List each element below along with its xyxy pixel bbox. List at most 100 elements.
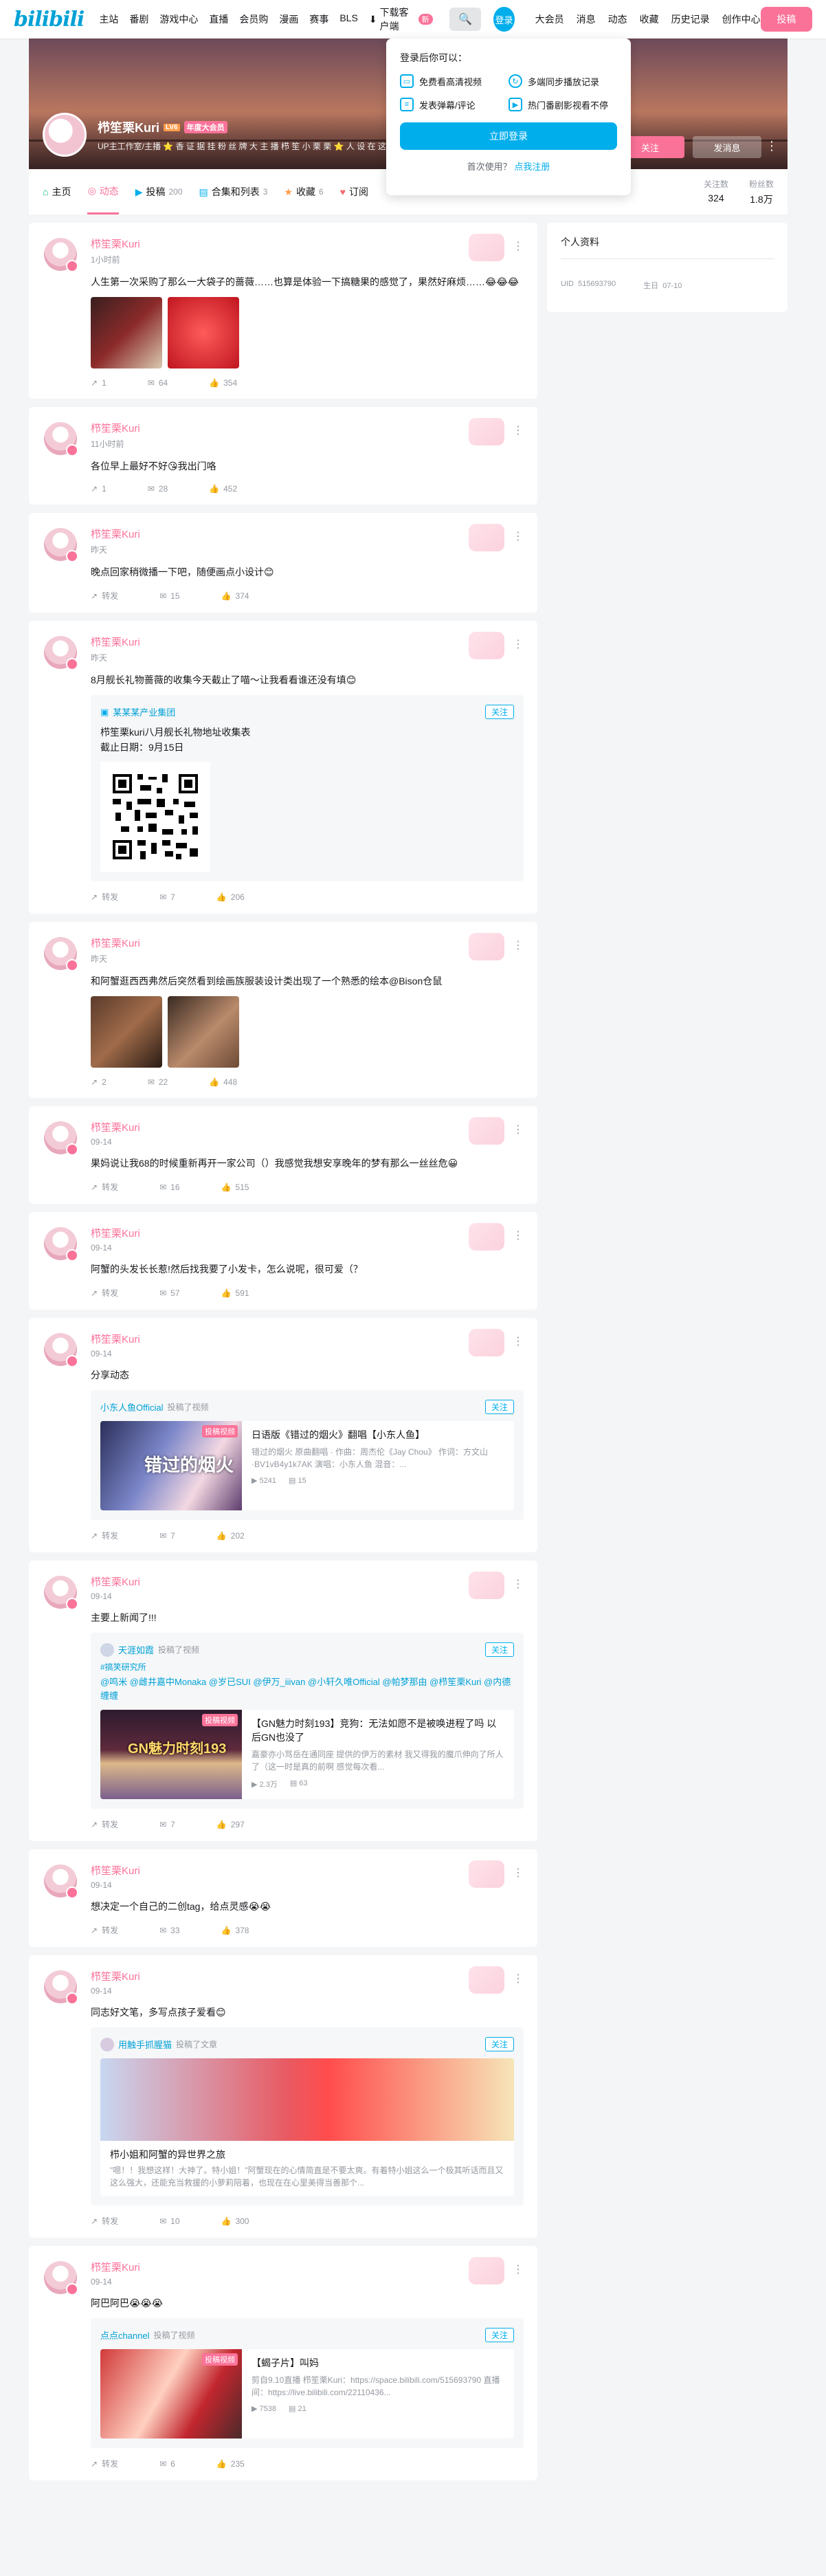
nav-live[interactable]: 直播 xyxy=(209,12,228,26)
article-title[interactable]: 栉小姐和阿蟹的异世界之旅 xyxy=(100,2141,514,2164)
shared-video-card[interactable]: 点点channel 投稿了视频 关注 投稿视频 【蝎子片】叫妈 剪自9.10直播… xyxy=(91,2318,524,2448)
nav-anime[interactable]: 番剧 xyxy=(129,12,148,26)
nav-favorites[interactable]: 收藏 xyxy=(640,12,659,26)
vip-badge[interactable]: 年度大会员 xyxy=(183,121,227,133)
avatar[interactable] xyxy=(44,636,78,670)
post-image[interactable] xyxy=(91,297,162,368)
post-image[interactable] xyxy=(91,996,162,1068)
comment-button[interactable]: ✉ 16 xyxy=(159,1181,179,1193)
tab-subscriptions[interactable]: ♥ 订阅 xyxy=(340,185,368,199)
avatar[interactable] xyxy=(44,1121,78,1156)
more-options-icon[interactable]: ⋮ xyxy=(766,139,778,153)
article-card[interactable]: 栉小姐和阿蟹的异世界之旅 "嗯！！我想这样！大神了。特小姐！"阿蟹现在的心情简直… xyxy=(100,2058,514,2196)
more-icon[interactable]: ⋮ xyxy=(513,1229,524,1242)
comment-button[interactable]: ✉ 15 xyxy=(159,590,179,602)
bilibili-logo[interactable]: bilibili xyxy=(14,8,85,32)
author-name[interactable]: 栉笙栗Kuri xyxy=(91,1863,524,1878)
message-button[interactable]: 发消息 xyxy=(693,136,761,158)
shared-author[interactable]: 天涯如霞 xyxy=(118,1643,154,1656)
more-icon[interactable]: ⋮ xyxy=(513,239,524,253)
nav-bls[interactable]: BLS xyxy=(339,12,357,26)
like-button[interactable]: 👍 515 xyxy=(221,1181,249,1193)
author-name[interactable]: 栉笙栗Kuri xyxy=(91,421,524,435)
shared-follow-button[interactable]: 关注 xyxy=(484,2037,514,2051)
share-button[interactable]: ↗ 转发 xyxy=(91,1924,118,1936)
avatar[interactable] xyxy=(44,1576,78,1610)
comment-button[interactable]: ✉ 28 xyxy=(148,484,168,494)
video-card[interactable]: 投稿视频 GN魅力时刻193 【GN魅力时刻193】竞狗：无法如愿不是被唤进程了… xyxy=(100,1710,514,1799)
shared-author[interactable]: 用触手抓腥猫 xyxy=(118,2038,172,2051)
shared-video-card[interactable]: 天涯如霞 投稿了视频 关注 #搞笑研究所 @鸣米 @雌井嘉中Monaka @岁已… xyxy=(91,1633,524,1809)
stat-following[interactable]: 关注数 324 xyxy=(704,178,728,206)
avatar[interactable] xyxy=(44,937,78,971)
author-name[interactable]: 栉笙栗Kuri xyxy=(91,936,524,950)
stat-followers[interactable]: 粉丝数 1.8万 xyxy=(749,178,774,206)
profile-avatar[interactable] xyxy=(43,113,87,157)
shared-follow-button[interactable]: 关注 xyxy=(484,1642,514,1657)
shared-article-card[interactable]: 用触手抓腥猫 投稿了文章 关注 栉小姐和阿蟹的异世界之旅 "嗯！！我想这样！大神… xyxy=(91,2027,524,2205)
more-icon[interactable]: ⋮ xyxy=(513,1577,524,1591)
nav-mall[interactable]: 会员购 xyxy=(239,12,268,26)
like-button[interactable]: 👍 354 xyxy=(209,378,237,388)
tab-videos[interactable]: ▶ 投稿 200 xyxy=(135,185,183,199)
nav-dynamic[interactable]: 动态 xyxy=(608,12,627,26)
share-button[interactable]: ↗ 转发 xyxy=(91,2215,118,2227)
shared-author[interactable]: 点点channel xyxy=(100,2329,150,2342)
author-name[interactable]: 栉笙栗Kuri xyxy=(91,527,524,541)
avatar[interactable] xyxy=(44,238,78,272)
more-icon[interactable]: ⋮ xyxy=(513,1334,524,1348)
tab-favorites[interactable]: ★ 收藏 6 xyxy=(284,185,323,199)
comment-button[interactable]: ✉ 7 xyxy=(159,1818,175,1830)
shared-form-card[interactable]: ▣ 某某某产业集团 关注 栉笙栗kuri八月舰长礼物地址收集表 截止日期：9月1… xyxy=(91,695,524,881)
share-button[interactable]: ↗ 转发 xyxy=(91,1287,118,1299)
video-title[interactable]: 【GN魅力时刻193】竞狗：无法如愿不是被唤进程了吗 以后GN也没了 xyxy=(252,1717,504,1744)
shared-video-card[interactable]: 小东人鱼Official 投稿了视频 关注 投稿视频 错过的烟火 日语版《错过的… xyxy=(91,1390,524,1520)
shared-follow-button[interactable]: 关注 xyxy=(484,2328,514,2342)
comment-button[interactable]: ✉ 64 xyxy=(148,378,168,388)
shared-follow-button[interactable]: 关注 xyxy=(484,1400,514,1414)
more-icon[interactable]: ⋮ xyxy=(513,1972,524,1985)
like-button[interactable]: 👍 448 xyxy=(209,1077,237,1087)
author-name[interactable]: 栉笙栗Kuri xyxy=(91,1574,524,1589)
share-button[interactable]: ↗ 1 xyxy=(91,378,107,388)
like-button[interactable]: 👍 591 xyxy=(221,1287,249,1299)
nav-manga[interactable]: 漫画 xyxy=(279,12,298,26)
more-icon[interactable]: ⋮ xyxy=(513,529,524,543)
article-cover[interactable] xyxy=(100,2058,514,2141)
avatar[interactable] xyxy=(44,1333,78,1367)
post-button[interactable]: 投稿 xyxy=(760,7,812,32)
share-button[interactable]: ↗ 转发 xyxy=(91,1181,118,1193)
shared-avatar[interactable] xyxy=(100,1642,114,1657)
more-icon[interactable]: ⋮ xyxy=(513,637,524,651)
register-link[interactable]: 点我注册 xyxy=(514,162,550,172)
comment-button[interactable]: ✉ 7 xyxy=(159,1530,175,1541)
shared-avatar[interactable] xyxy=(100,2037,114,2051)
avatar[interactable] xyxy=(44,422,78,456)
nav-history[interactable]: 历史记录 xyxy=(671,12,710,26)
author-name[interactable]: 栉笙栗Kuri xyxy=(91,236,524,251)
share-button[interactable]: ↗ 转发 xyxy=(91,891,118,903)
comment-button[interactable]: ✉ 57 xyxy=(159,1287,179,1299)
shared-follow-button[interactable]: 关注 xyxy=(484,705,514,719)
download-client-button[interactable]: ⬇ 下载客户端 新 xyxy=(369,5,433,33)
nav-messages[interactable]: 消息 xyxy=(577,12,596,26)
nav-vip[interactable]: 大会员 xyxy=(535,12,564,26)
like-button[interactable]: 👍 235 xyxy=(216,2458,245,2469)
more-icon[interactable]: ⋮ xyxy=(513,1866,524,1880)
video-thumbnail[interactable]: 投稿视频 xyxy=(100,2349,242,2439)
comment-button[interactable]: ✉ 33 xyxy=(159,1924,179,1936)
like-button[interactable]: 👍 374 xyxy=(221,590,249,602)
like-button[interactable]: 👍 300 xyxy=(221,2215,249,2227)
more-icon[interactable]: ⋮ xyxy=(513,2263,524,2276)
avatar[interactable] xyxy=(44,1227,78,1262)
nav-esports[interactable]: 赛事 xyxy=(309,12,328,26)
comment-button[interactable]: ✉ 22 xyxy=(148,1077,168,1087)
shared-author[interactable]: 小东人鱼Official xyxy=(100,1400,164,1413)
share-button[interactable]: ↗ 2 xyxy=(91,1077,107,1087)
share-button[interactable]: ↗ 转发 xyxy=(91,2458,118,2469)
nav-game-center[interactable]: 游戏中心 xyxy=(159,12,198,26)
like-button[interactable]: 👍 297 xyxy=(216,1818,245,1830)
video-title[interactable]: 日语版《错过的烟火》翻唱【小东人鱼】 xyxy=(252,1428,504,1442)
comment-button[interactable]: ✉ 6 xyxy=(159,2458,175,2469)
author-name[interactable]: 栉笙栗Kuri xyxy=(91,2260,524,2274)
